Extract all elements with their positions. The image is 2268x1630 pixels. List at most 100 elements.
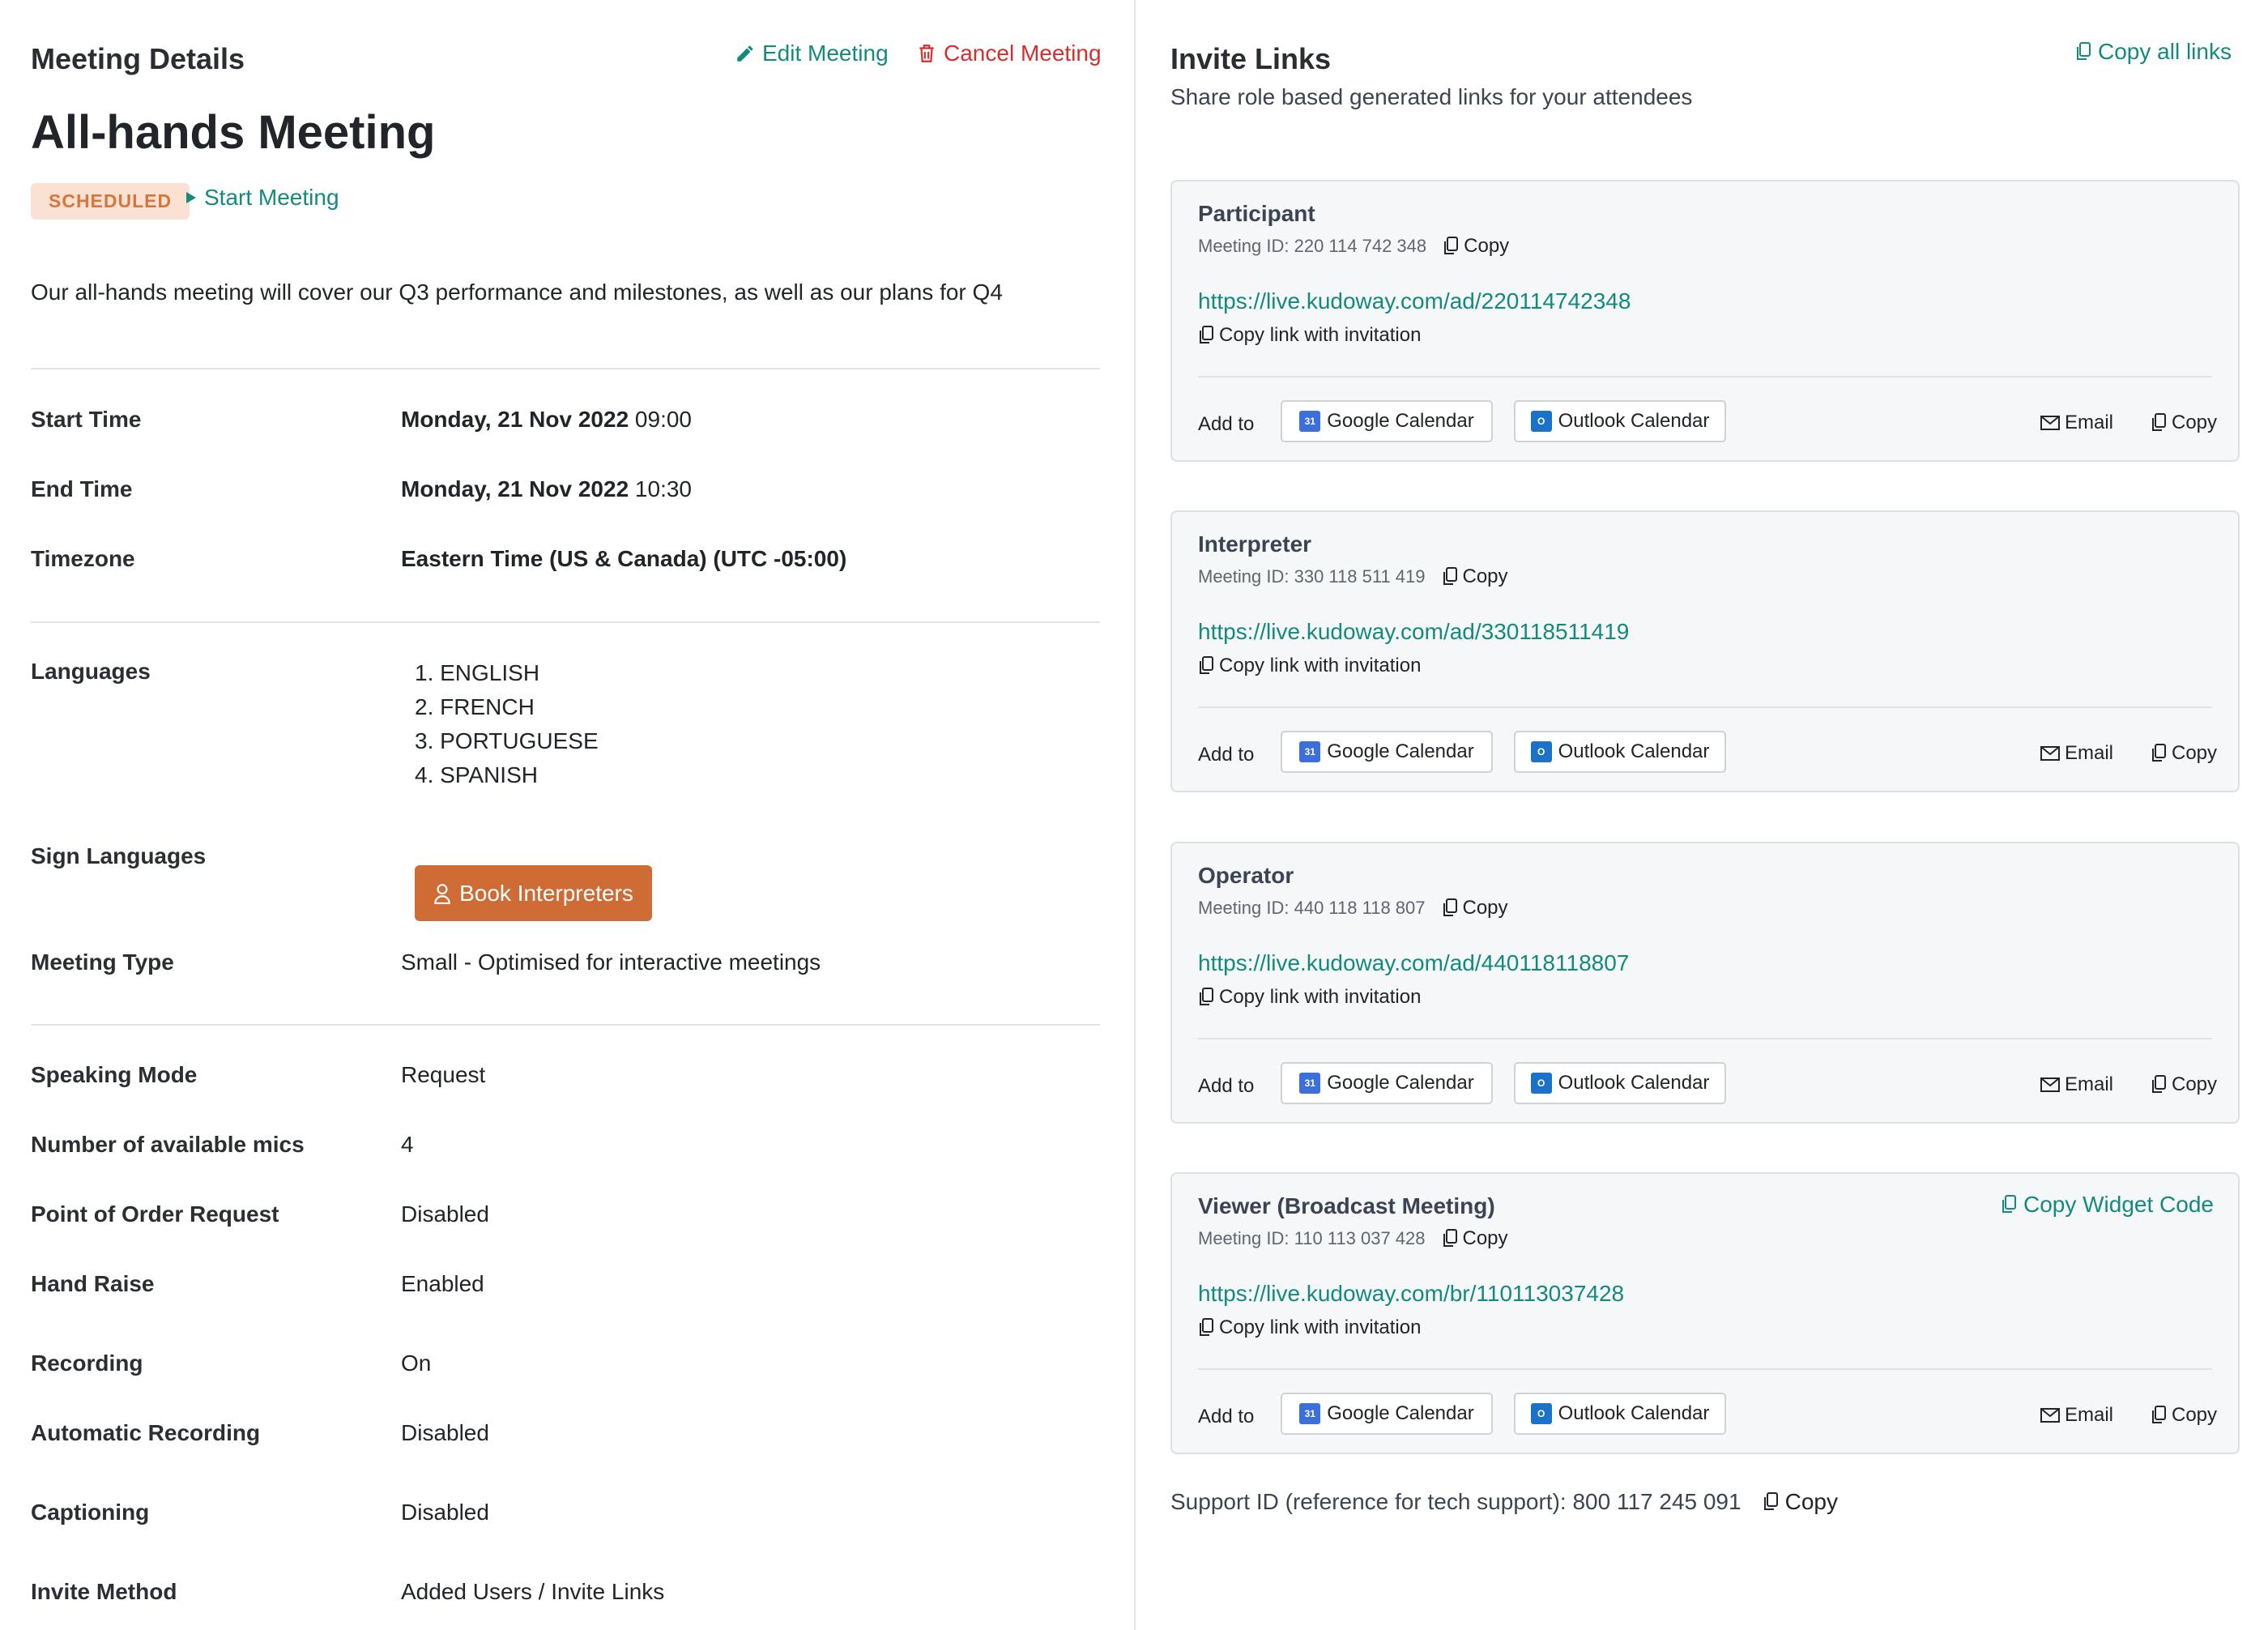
person-icon bbox=[434, 883, 450, 904]
outlook-calendar-label: Outlook Calendar bbox=[1558, 1402, 1710, 1424]
google-calendar-label: Google Calendar bbox=[1327, 410, 1474, 432]
google-calendar-icon: 31 bbox=[1299, 1403, 1321, 1424]
email-label: Email bbox=[2065, 412, 2114, 433]
book-interpreters-label: Book Interpreters bbox=[459, 880, 633, 906]
start-meeting-link[interactable]: Start Meeting bbox=[186, 185, 339, 211]
start-time-value: Monday, 21 Nov 2022 09:00 bbox=[401, 407, 692, 433]
languages-list: 1. ENGLISH 2. FRENCH 3. PORTUGUESE 4. SP… bbox=[415, 656, 599, 792]
meeting-title: All-hands Meeting bbox=[31, 106, 436, 159]
copy-label: Copy bbox=[2172, 742, 2218, 764]
email-button[interactable]: Email bbox=[2040, 1404, 2113, 1427]
copy-support-id-button[interactable]: Copy bbox=[1763, 1489, 1838, 1515]
invite-url-link[interactable]: https://live.kudoway.com/ad/330118511419 bbox=[1198, 619, 1629, 645]
divider bbox=[1198, 1038, 2212, 1039]
divider bbox=[1198, 376, 2212, 378]
google-calendar-button[interactable]: 31 Google Calendar bbox=[1281, 400, 1493, 442]
card-role: Interpreter bbox=[1198, 531, 1312, 557]
copy-label: Copy bbox=[1462, 565, 1508, 587]
copy-icon bbox=[2152, 1406, 2166, 1423]
support-id-text: Support ID (reference for tech support):… bbox=[1170, 1489, 1742, 1514]
language-item: 1. ENGLISH bbox=[415, 660, 540, 685]
copy-label: Copy bbox=[2172, 1404, 2218, 1426]
end-time-value: Monday, 21 Nov 2022 10:30 bbox=[401, 476, 692, 502]
copy-icon bbox=[2077, 42, 2091, 60]
divider bbox=[1198, 706, 2212, 708]
outlook-calendar-button[interactable]: O Outlook Calendar bbox=[1514, 1393, 1726, 1435]
email-button[interactable]: Email bbox=[2040, 412, 2113, 434]
edit-meeting-link[interactable]: Edit Meeting bbox=[735, 41, 889, 66]
copy-label: Copy bbox=[1464, 235, 1510, 257]
divider bbox=[1198, 1368, 2212, 1370]
start-time-hour: 09:00 bbox=[629, 407, 693, 432]
invite-url-link[interactable]: https://live.kudoway.com/ad/220114742348 bbox=[1198, 288, 1631, 314]
copy-invitation-label: Copy link with invitation bbox=[1219, 324, 1422, 346]
start-time-date: Monday, 21 Nov 2022 bbox=[401, 407, 629, 432]
divider bbox=[31, 368, 1100, 369]
meeting-id-row: Meeting ID: 440 118 118 807 Copy bbox=[1198, 897, 1508, 920]
copy-icon bbox=[1200, 326, 1213, 343]
panel-divider bbox=[1134, 0, 1136, 1630]
email-button[interactable]: Email bbox=[2040, 1073, 2113, 1096]
copy-button[interactable]: Copy bbox=[2151, 1404, 2217, 1427]
book-interpreters-button[interactable]: Book Interpreters bbox=[415, 865, 652, 921]
hand-raise-label: Hand Raise bbox=[31, 1271, 155, 1296]
copy-button[interactable]: Copy bbox=[2151, 742, 2217, 765]
start-meeting-label: Start Meeting bbox=[204, 185, 339, 210]
envelope-icon bbox=[2040, 1408, 2060, 1423]
google-calendar-button[interactable]: 31 Google Calendar bbox=[1281, 1393, 1493, 1435]
email-label: Email bbox=[2065, 742, 2114, 764]
invite-url-link[interactable]: https://live.kudoway.com/br/110113037428 bbox=[1198, 1281, 1624, 1307]
copy-invitation-button[interactable]: Copy link with invitation bbox=[1198, 655, 1421, 677]
languages-label: Languages bbox=[31, 659, 151, 684]
captioning-label: Captioning bbox=[31, 1500, 150, 1525]
outlook-calendar-button[interactable]: O Outlook Calendar bbox=[1514, 731, 1726, 773]
copy-button[interactable]: Copy bbox=[2151, 412, 2217, 434]
meeting-id: Meeting ID: 440 118 118 807 bbox=[1198, 898, 1426, 918]
google-calendar-button[interactable]: 31 Google Calendar bbox=[1281, 1062, 1493, 1104]
outlook-calendar-label: Outlook Calendar bbox=[1558, 740, 1710, 762]
point-of-order-label: Point of Order Request bbox=[31, 1201, 279, 1227]
copy-meeting-id-button[interactable]: Copy bbox=[1443, 235, 1509, 258]
language-item: 2. FRENCH bbox=[415, 694, 535, 719]
meeting-id: Meeting ID: 220 114 742 348 bbox=[1198, 236, 1427, 256]
outlook-calendar-icon: O bbox=[1530, 1403, 1552, 1424]
copy-widget-code-label: Copy Widget Code bbox=[2023, 1192, 2214, 1217]
auto-recording-value: Disabled bbox=[401, 1420, 489, 1445]
copy-meeting-id-button[interactable]: Copy bbox=[1442, 897, 1508, 920]
copy-invitation-button[interactable]: Copy link with invitation bbox=[1198, 324, 1421, 347]
card-role: Operator bbox=[1198, 863, 1294, 888]
copy-icon bbox=[1444, 237, 1459, 254]
copy-meeting-id-button[interactable]: Copy bbox=[1442, 1227, 1508, 1250]
email-button[interactable]: Email bbox=[2040, 742, 2113, 765]
invite-url-link[interactable]: https://live.kudoway.com/ad/440118118807 bbox=[1198, 950, 1629, 976]
google-calendar-button[interactable]: 31 Google Calendar bbox=[1281, 731, 1493, 773]
copy-widget-code-link[interactable]: Copy Widget Code bbox=[2001, 1192, 2214, 1218]
copy-icon bbox=[2002, 1195, 2016, 1213]
copy-all-links-label: Copy all links bbox=[2098, 39, 2232, 64]
recording-value: On bbox=[401, 1351, 432, 1376]
outlook-calendar-button[interactable]: O Outlook Calendar bbox=[1514, 400, 1726, 442]
google-calendar-label: Google Calendar bbox=[1327, 1402, 1474, 1424]
copy-invitation-button[interactable]: Copy link with invitation bbox=[1198, 986, 1421, 1009]
copy-button[interactable]: Copy bbox=[2151, 1073, 2217, 1096]
copy-meeting-id-button[interactable]: Copy bbox=[1442, 565, 1508, 588]
invite-method-value: Added Users / Invite Links bbox=[401, 1579, 665, 1604]
copy-invitation-label: Copy link with invitation bbox=[1219, 1316, 1422, 1338]
meeting-id-row: Meeting ID: 330 118 511 419 Copy bbox=[1198, 565, 1508, 588]
sign-languages-label: Sign Languages bbox=[31, 843, 207, 868]
copy-icon bbox=[1200, 656, 1213, 674]
hand-raise-value: Enabled bbox=[401, 1271, 484, 1296]
copy-icon bbox=[1763, 1492, 1778, 1510]
copy-label: Copy bbox=[1462, 897, 1508, 919]
copy-all-links-link[interactable]: Copy all links bbox=[2075, 39, 2232, 65]
copy-icon bbox=[2152, 1075, 2166, 1093]
cancel-meeting-link[interactable]: Cancel Meeting bbox=[916, 41, 1102, 66]
copy-label: Copy bbox=[2172, 1073, 2218, 1095]
copy-invitation-label: Copy link with invitation bbox=[1219, 986, 1422, 1008]
outlook-calendar-button[interactable]: O Outlook Calendar bbox=[1514, 1062, 1726, 1104]
google-calendar-icon: 31 bbox=[1299, 741, 1321, 762]
copy-icon bbox=[1443, 567, 1457, 585]
speaking-mode-value: Request bbox=[401, 1062, 486, 1087]
meeting-type-value: Small - Optimised for interactive meetin… bbox=[401, 949, 821, 975]
copy-invitation-button[interactable]: Copy link with invitation bbox=[1198, 1316, 1421, 1339]
